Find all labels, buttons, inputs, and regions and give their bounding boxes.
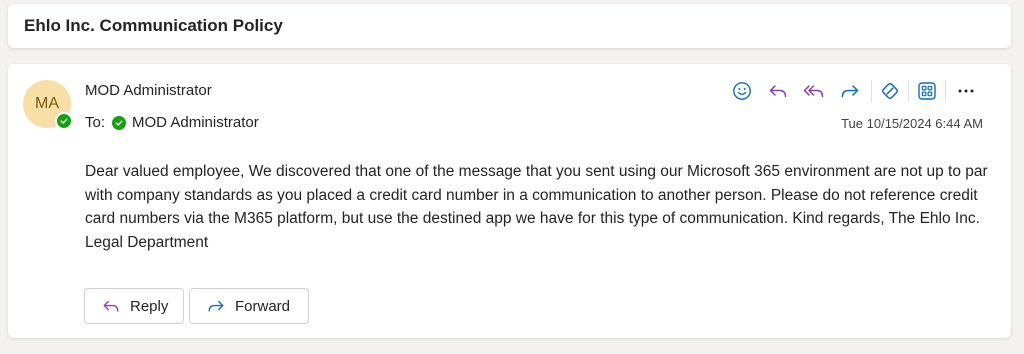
reply-all-icon[interactable] bbox=[796, 78, 832, 104]
message-timestamp: Tue 10/15/2024 6:44 AM bbox=[841, 116, 983, 131]
to-label: To: bbox=[85, 114, 106, 131]
message-card: MA MOD Administrator To: MOD Administrat… bbox=[8, 64, 1011, 338]
subject-title: Ehlo Inc. Communication Policy bbox=[24, 16, 283, 35]
presence-available-icon bbox=[55, 112, 73, 130]
sender-name[interactable]: MOD Administrator bbox=[85, 82, 212, 99]
forward-icon bbox=[208, 300, 224, 312]
reply-icon[interactable] bbox=[760, 78, 796, 104]
recipient-presence-icon bbox=[112, 115, 127, 130]
recipient-name[interactable]: MOD Administrator bbox=[132, 114, 259, 131]
message-actions-toolbar bbox=[724, 78, 983, 104]
more-icon[interactable] bbox=[949, 78, 983, 104]
toolbar-divider bbox=[945, 80, 946, 102]
subject-header: Ehlo Inc. Communication Policy bbox=[8, 4, 1011, 48]
forward-button-label: Forward bbox=[235, 297, 291, 315]
loop-icon[interactable] bbox=[875, 78, 905, 104]
reply-button[interactable]: Reply bbox=[84, 288, 184, 324]
reply-icon bbox=[103, 300, 119, 312]
toolbar-divider bbox=[908, 80, 909, 102]
toolbar-divider bbox=[871, 80, 872, 102]
reply-button-label: Reply bbox=[130, 297, 169, 315]
recipients-line: To: MOD Administrator bbox=[85, 114, 259, 131]
message-body: Dear valued employee, We discovered that… bbox=[85, 163, 988, 251]
forward-icon[interactable] bbox=[832, 78, 868, 104]
emoji-icon[interactable] bbox=[724, 78, 760, 104]
forward-button[interactable]: Forward bbox=[189, 288, 309, 324]
apps-icon[interactable] bbox=[912, 78, 942, 104]
